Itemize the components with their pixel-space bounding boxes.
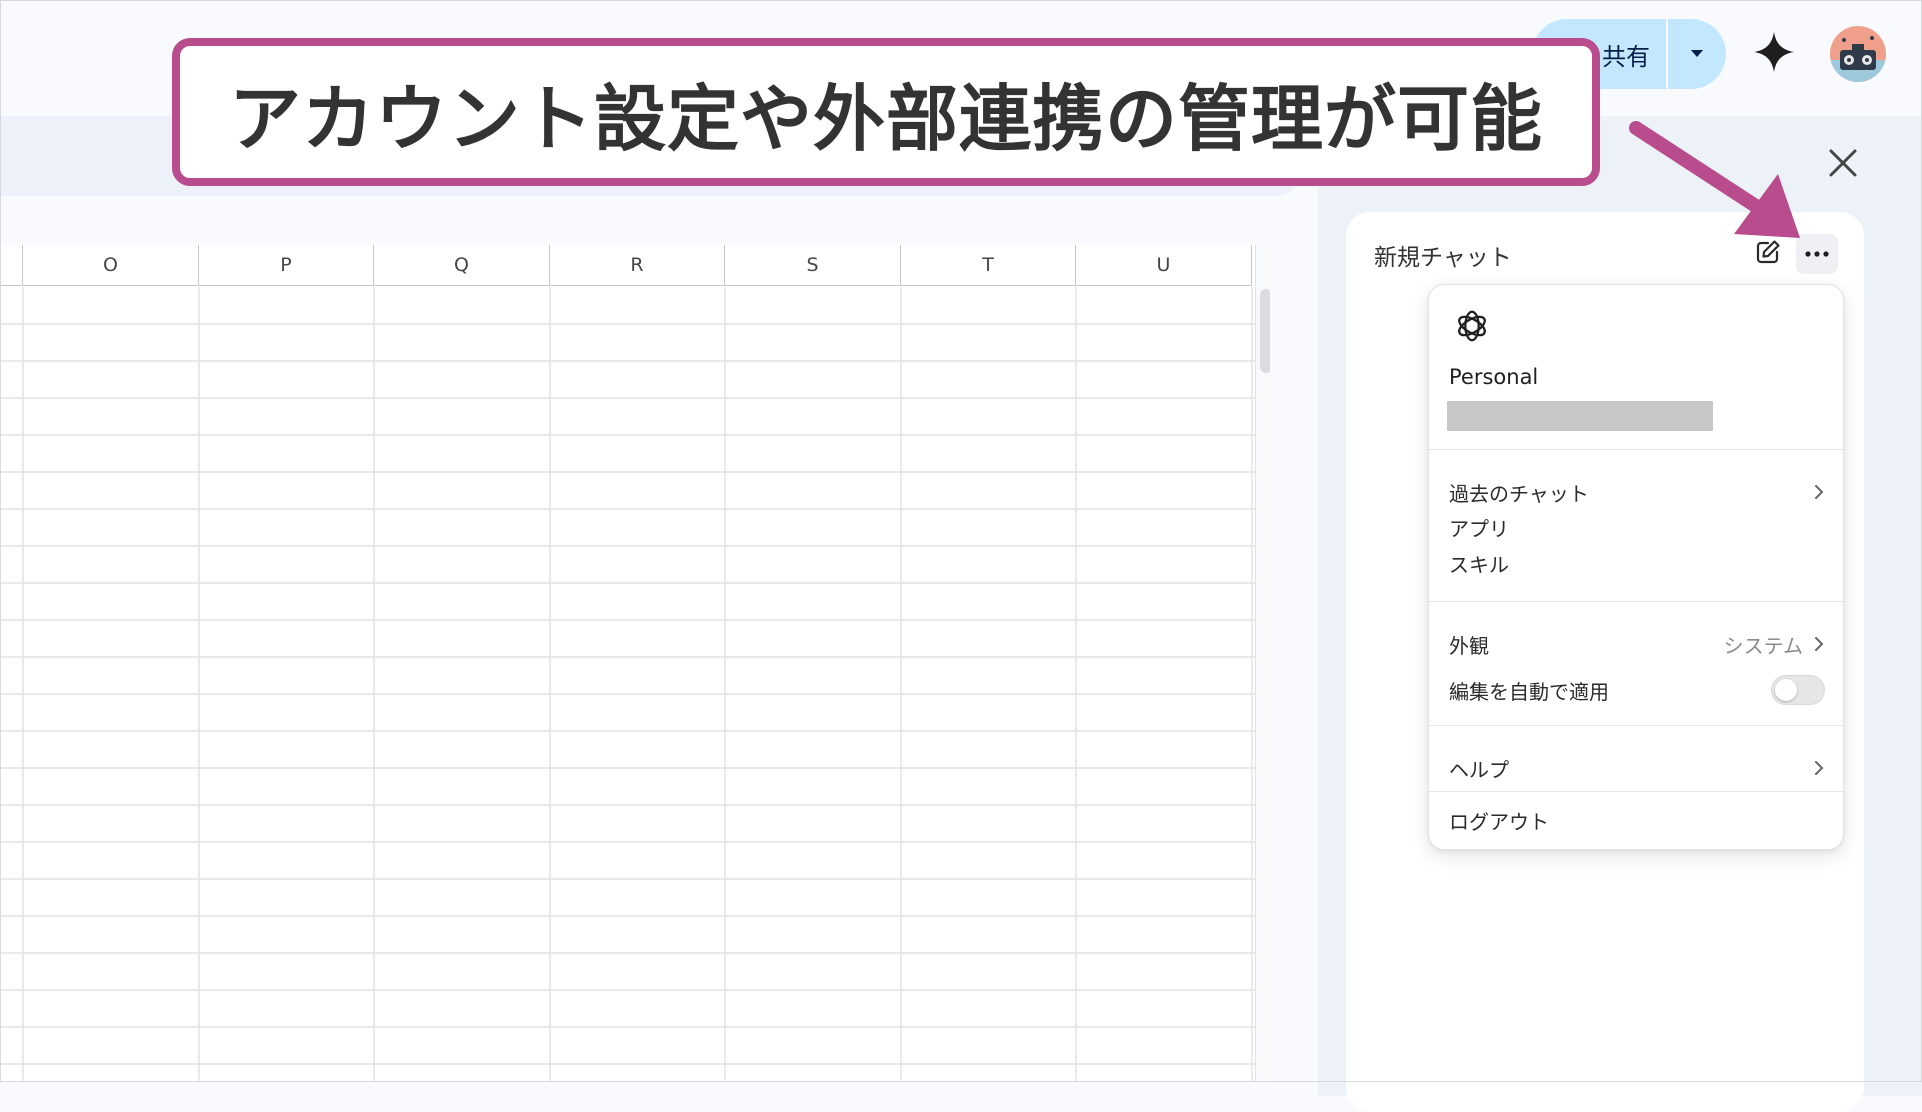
column-header[interactable]: P: [199, 245, 374, 286]
caret-down-icon: [1691, 50, 1703, 57]
cell-grid[interactable]: [0, 287, 1255, 1082]
account-label: Personal: [1449, 365, 1539, 389]
share-label: 共有: [1602, 42, 1650, 71]
menu-item-appearance[interactable]: 外観 システム: [1449, 627, 1825, 661]
menu-item-label: ヘルプ: [1449, 757, 1509, 782]
column-header[interactable]: T: [901, 245, 1076, 286]
menu-item-past-chats[interactable]: 過去のチャット: [1449, 475, 1825, 509]
auto-apply-toggle[interactable]: [1771, 675, 1825, 705]
menu-item-label: 外観: [1449, 633, 1489, 658]
annotation-arrow-icon: [1629, 121, 1800, 238]
avatar[interactable]: [1830, 26, 1886, 82]
menu-item-help[interactable]: ヘルプ: [1449, 751, 1825, 785]
menu-divider: [1429, 791, 1843, 792]
menu-item-auto-apply[interactable]: 編集を自動で適用: [1449, 673, 1825, 707]
avatar-image: [1830, 26, 1886, 82]
column-letter: P: [280, 254, 292, 276]
annotation-callout: アカウント設定や外部連携の管理が可能: [172, 38, 1600, 186]
column-header-row: O P Q R S T U: [0, 245, 1255, 287]
menu-item-label: アプリ: [1449, 516, 1509, 541]
menu-item-logout[interactable]: ログアウト: [1449, 803, 1825, 837]
column-letter: U: [1156, 254, 1171, 276]
row-header-corner: [0, 245, 23, 286]
column-letter: T: [982, 254, 994, 276]
column-letter: O: [103, 254, 118, 276]
spreadsheet-grid[interactable]: O P Q R S T U: [0, 245, 1270, 1082]
toggle-knob: [1775, 679, 1797, 701]
redacted-email: [1447, 401, 1713, 431]
chevron-right-icon: [1815, 761, 1824, 775]
menu-item-skills[interactable]: スキル: [1449, 546, 1825, 580]
column-header[interactable]: O: [23, 245, 199, 286]
column-header[interactable]: R: [550, 245, 725, 286]
menu-item-label: 過去のチャット: [1449, 481, 1589, 506]
menu-item-label: 編集を自動で適用: [1449, 679, 1609, 704]
column-letter: S: [806, 254, 819, 276]
account-menu: Personal 過去のチャット アプリ スキル 外観 システム 編集を自動で適…: [1428, 284, 1844, 850]
openai-logo-icon: [1458, 310, 1486, 342]
column-header[interactable]: Q: [374, 245, 550, 286]
column-letter: R: [630, 254, 644, 276]
vertical-scrollbar[interactable]: [1255, 245, 1270, 1082]
callout-text: アカウント設定や外部連携の管理が可能: [228, 76, 1543, 161]
scrollbar-thumb[interactable]: [1260, 289, 1270, 373]
column-letter: Q: [454, 254, 469, 276]
share-options-button[interactable]: [1668, 19, 1726, 89]
chevron-right-icon: [1815, 485, 1824, 499]
menu-item-apps[interactable]: アプリ: [1449, 510, 1825, 544]
appearance-value: システム: [1723, 633, 1803, 658]
menu-item-label: スキル: [1449, 552, 1509, 577]
close-icon[interactable]: [1826, 146, 1860, 180]
menu-item-label: ログアウト: [1449, 809, 1549, 834]
column-header[interactable]: S: [725, 245, 901, 286]
sparkle-icon[interactable]: [1752, 30, 1796, 74]
menu-divider: [1429, 601, 1843, 602]
column-header[interactable]: U: [1076, 245, 1252, 286]
chevron-right-icon: [1815, 637, 1824, 651]
menu-divider: [1429, 449, 1843, 450]
chat-title: 新規チャット: [1374, 245, 1512, 271]
menu-divider: [1429, 725, 1843, 726]
